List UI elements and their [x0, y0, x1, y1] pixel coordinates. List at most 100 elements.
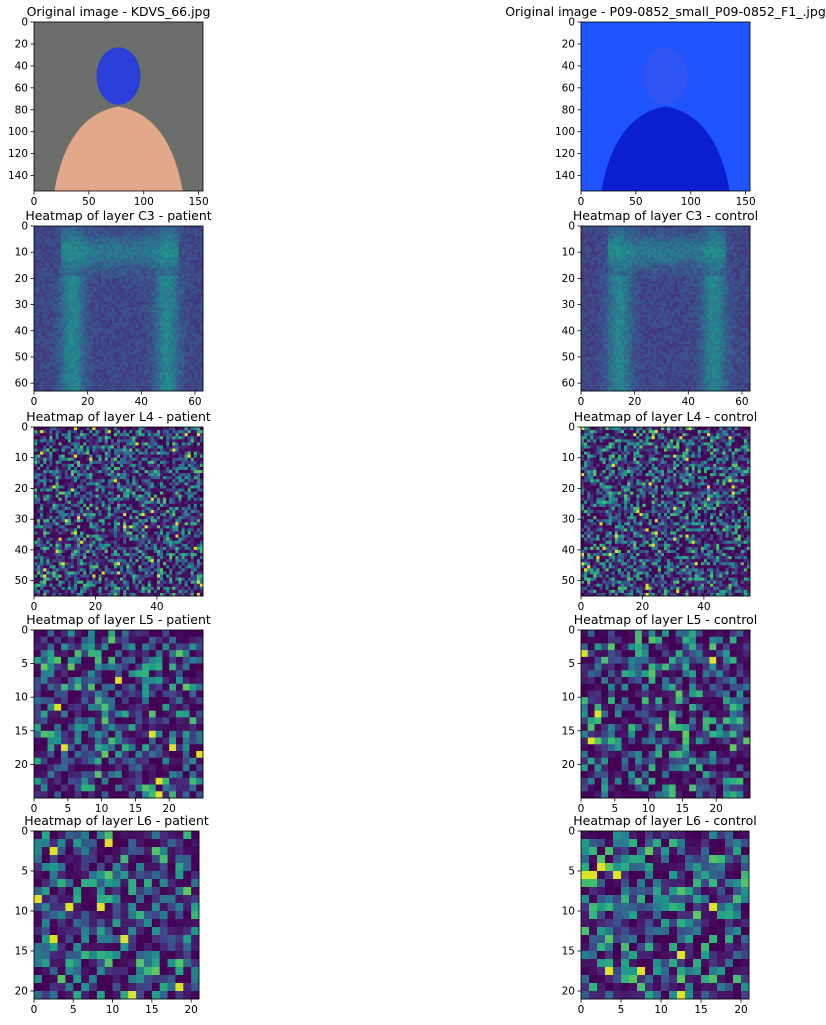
heatmap-cell	[69, 381, 72, 384]
heatmap-cell	[50, 294, 53, 297]
heatmap-cell	[85, 373, 88, 376]
heatmap-cell	[710, 231, 713, 234]
heatmap-cell	[88, 375, 91, 378]
heatmap-cell	[731, 257, 734, 260]
heatmap-cell	[157, 284, 160, 287]
heatmap-cell	[39, 305, 42, 308]
heatmap-cell	[718, 247, 721, 250]
heatmap-cell	[144, 236, 147, 239]
heatmap-cell	[131, 281, 134, 284]
heatmap-cell	[195, 310, 198, 313]
heatmap-cell	[710, 226, 713, 229]
heatmap-cell	[653, 239, 656, 242]
heatmap-cell	[144, 357, 147, 360]
heatmap-cell	[149, 367, 152, 370]
heatmap-cell	[131, 328, 134, 331]
heatmap-cell	[82, 236, 85, 239]
heatmap-cell	[139, 318, 142, 321]
heatmap-cell	[192, 362, 195, 365]
heatmap-cell	[597, 255, 600, 258]
heatmap-cell	[80, 333, 83, 336]
heatmap-cell	[729, 226, 732, 229]
heatmap-cell	[101, 252, 104, 255]
heatmap-cell	[184, 362, 187, 365]
heatmap-cell	[112, 257, 115, 260]
heatmap-cell	[136, 367, 139, 370]
heatmap-cell	[643, 244, 646, 247]
heatmap-cell	[163, 247, 166, 250]
heatmap-cell	[58, 349, 61, 352]
heatmap-cell	[160, 239, 163, 242]
heatmap-cell	[106, 255, 109, 258]
heatmap-cell	[173, 373, 176, 376]
heatmap-cell	[141, 289, 144, 292]
heatmap-cell	[179, 328, 182, 331]
heatmap-cell	[147, 326, 150, 329]
heatmap-cell	[42, 326, 45, 329]
heatmap-cell	[726, 257, 729, 260]
heatmap-cell	[131, 331, 134, 334]
heatmap-cell	[106, 271, 109, 274]
heatmap-cell	[101, 286, 104, 289]
heatmap-cell	[589, 244, 592, 247]
heatmap-cell	[50, 362, 53, 365]
heatmap-cell	[600, 234, 603, 237]
heatmap-cell	[53, 352, 56, 355]
heatmap-cell	[136, 263, 139, 266]
heatmap-cell	[131, 247, 134, 250]
heatmap-cell	[672, 263, 675, 266]
heatmap-cell	[195, 318, 198, 321]
heatmap-cell	[101, 263, 104, 266]
heatmap-cell	[104, 331, 107, 334]
heatmap-cell	[85, 307, 88, 310]
heatmap-cell	[157, 370, 160, 373]
heatmap-cell	[198, 231, 201, 234]
heatmap-cell	[179, 383, 182, 386]
heatmap-cell	[144, 268, 147, 271]
heatmap-cell	[55, 307, 58, 310]
heatmap-cell	[114, 299, 117, 302]
heatmap-cell	[672, 255, 675, 258]
heatmap-cell	[80, 286, 83, 289]
heatmap-cell	[624, 239, 627, 242]
heatmap-cell	[139, 289, 142, 292]
heatmap-cell	[128, 278, 131, 281]
heatmap-cell	[69, 367, 72, 370]
heatmap-cell	[82, 318, 85, 321]
heatmap-cell	[128, 305, 131, 308]
heatmap-cell	[182, 226, 185, 229]
heatmap-cell	[47, 297, 50, 300]
heatmap-cell	[168, 297, 171, 300]
heatmap-cell	[176, 365, 179, 368]
heatmap-cell	[77, 310, 80, 313]
heatmap-cell	[47, 381, 50, 384]
heatmap-cell	[190, 278, 193, 281]
heatmap-cell	[737, 229, 740, 232]
heatmap-cell	[195, 346, 198, 349]
heatmap-cell	[592, 234, 595, 237]
heatmap-cell	[651, 242, 654, 245]
heatmap-cell	[632, 231, 635, 234]
heatmap-cell	[90, 250, 93, 253]
heatmap-cell	[672, 229, 675, 232]
heatmap-cell	[101, 305, 104, 308]
heatmap-cell	[72, 365, 75, 368]
heatmap-cell	[173, 226, 176, 229]
heatmap-cell	[715, 234, 718, 237]
heatmap-cell	[82, 260, 85, 263]
heatmap-cell	[672, 236, 675, 239]
heatmap-cell	[133, 328, 136, 331]
heatmap-cell	[37, 255, 40, 258]
heatmap-cell	[77, 284, 80, 287]
heatmap-cell	[131, 381, 134, 384]
heatmap-cell	[147, 346, 150, 349]
heatmap-cell	[117, 367, 120, 370]
heatmap-cell	[187, 341, 190, 344]
heatmap-cell	[192, 326, 195, 329]
heatmap-cell	[128, 226, 131, 229]
heatmap-cell	[141, 333, 144, 336]
heatmap-cell	[45, 373, 48, 376]
heatmap-cell	[702, 247, 705, 250]
heatmap-cell	[184, 250, 187, 253]
heatmap-cell	[173, 250, 176, 253]
